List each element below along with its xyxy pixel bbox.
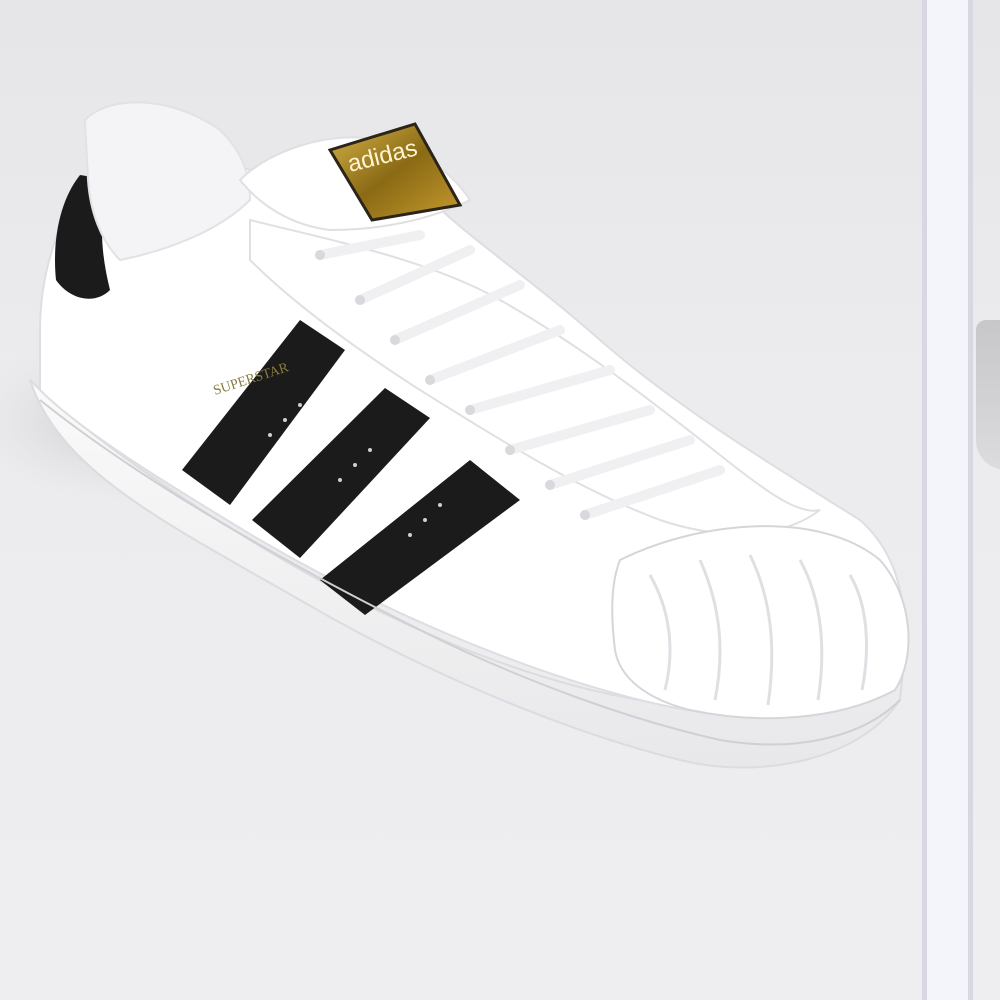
next-product-image xyxy=(976,320,1000,470)
gallery-gap xyxy=(922,0,968,1000)
gallery-divider xyxy=(922,0,927,1000)
sneaker-image: adidas SUPERSTAR xyxy=(0,101,910,769)
product-image-card[interactable]: adidas SUPERSTAR xyxy=(0,0,922,1000)
next-product-card[interactable] xyxy=(968,0,1000,1000)
product-image-gallery: adidas SUPERSTAR xyxy=(0,0,1000,1000)
